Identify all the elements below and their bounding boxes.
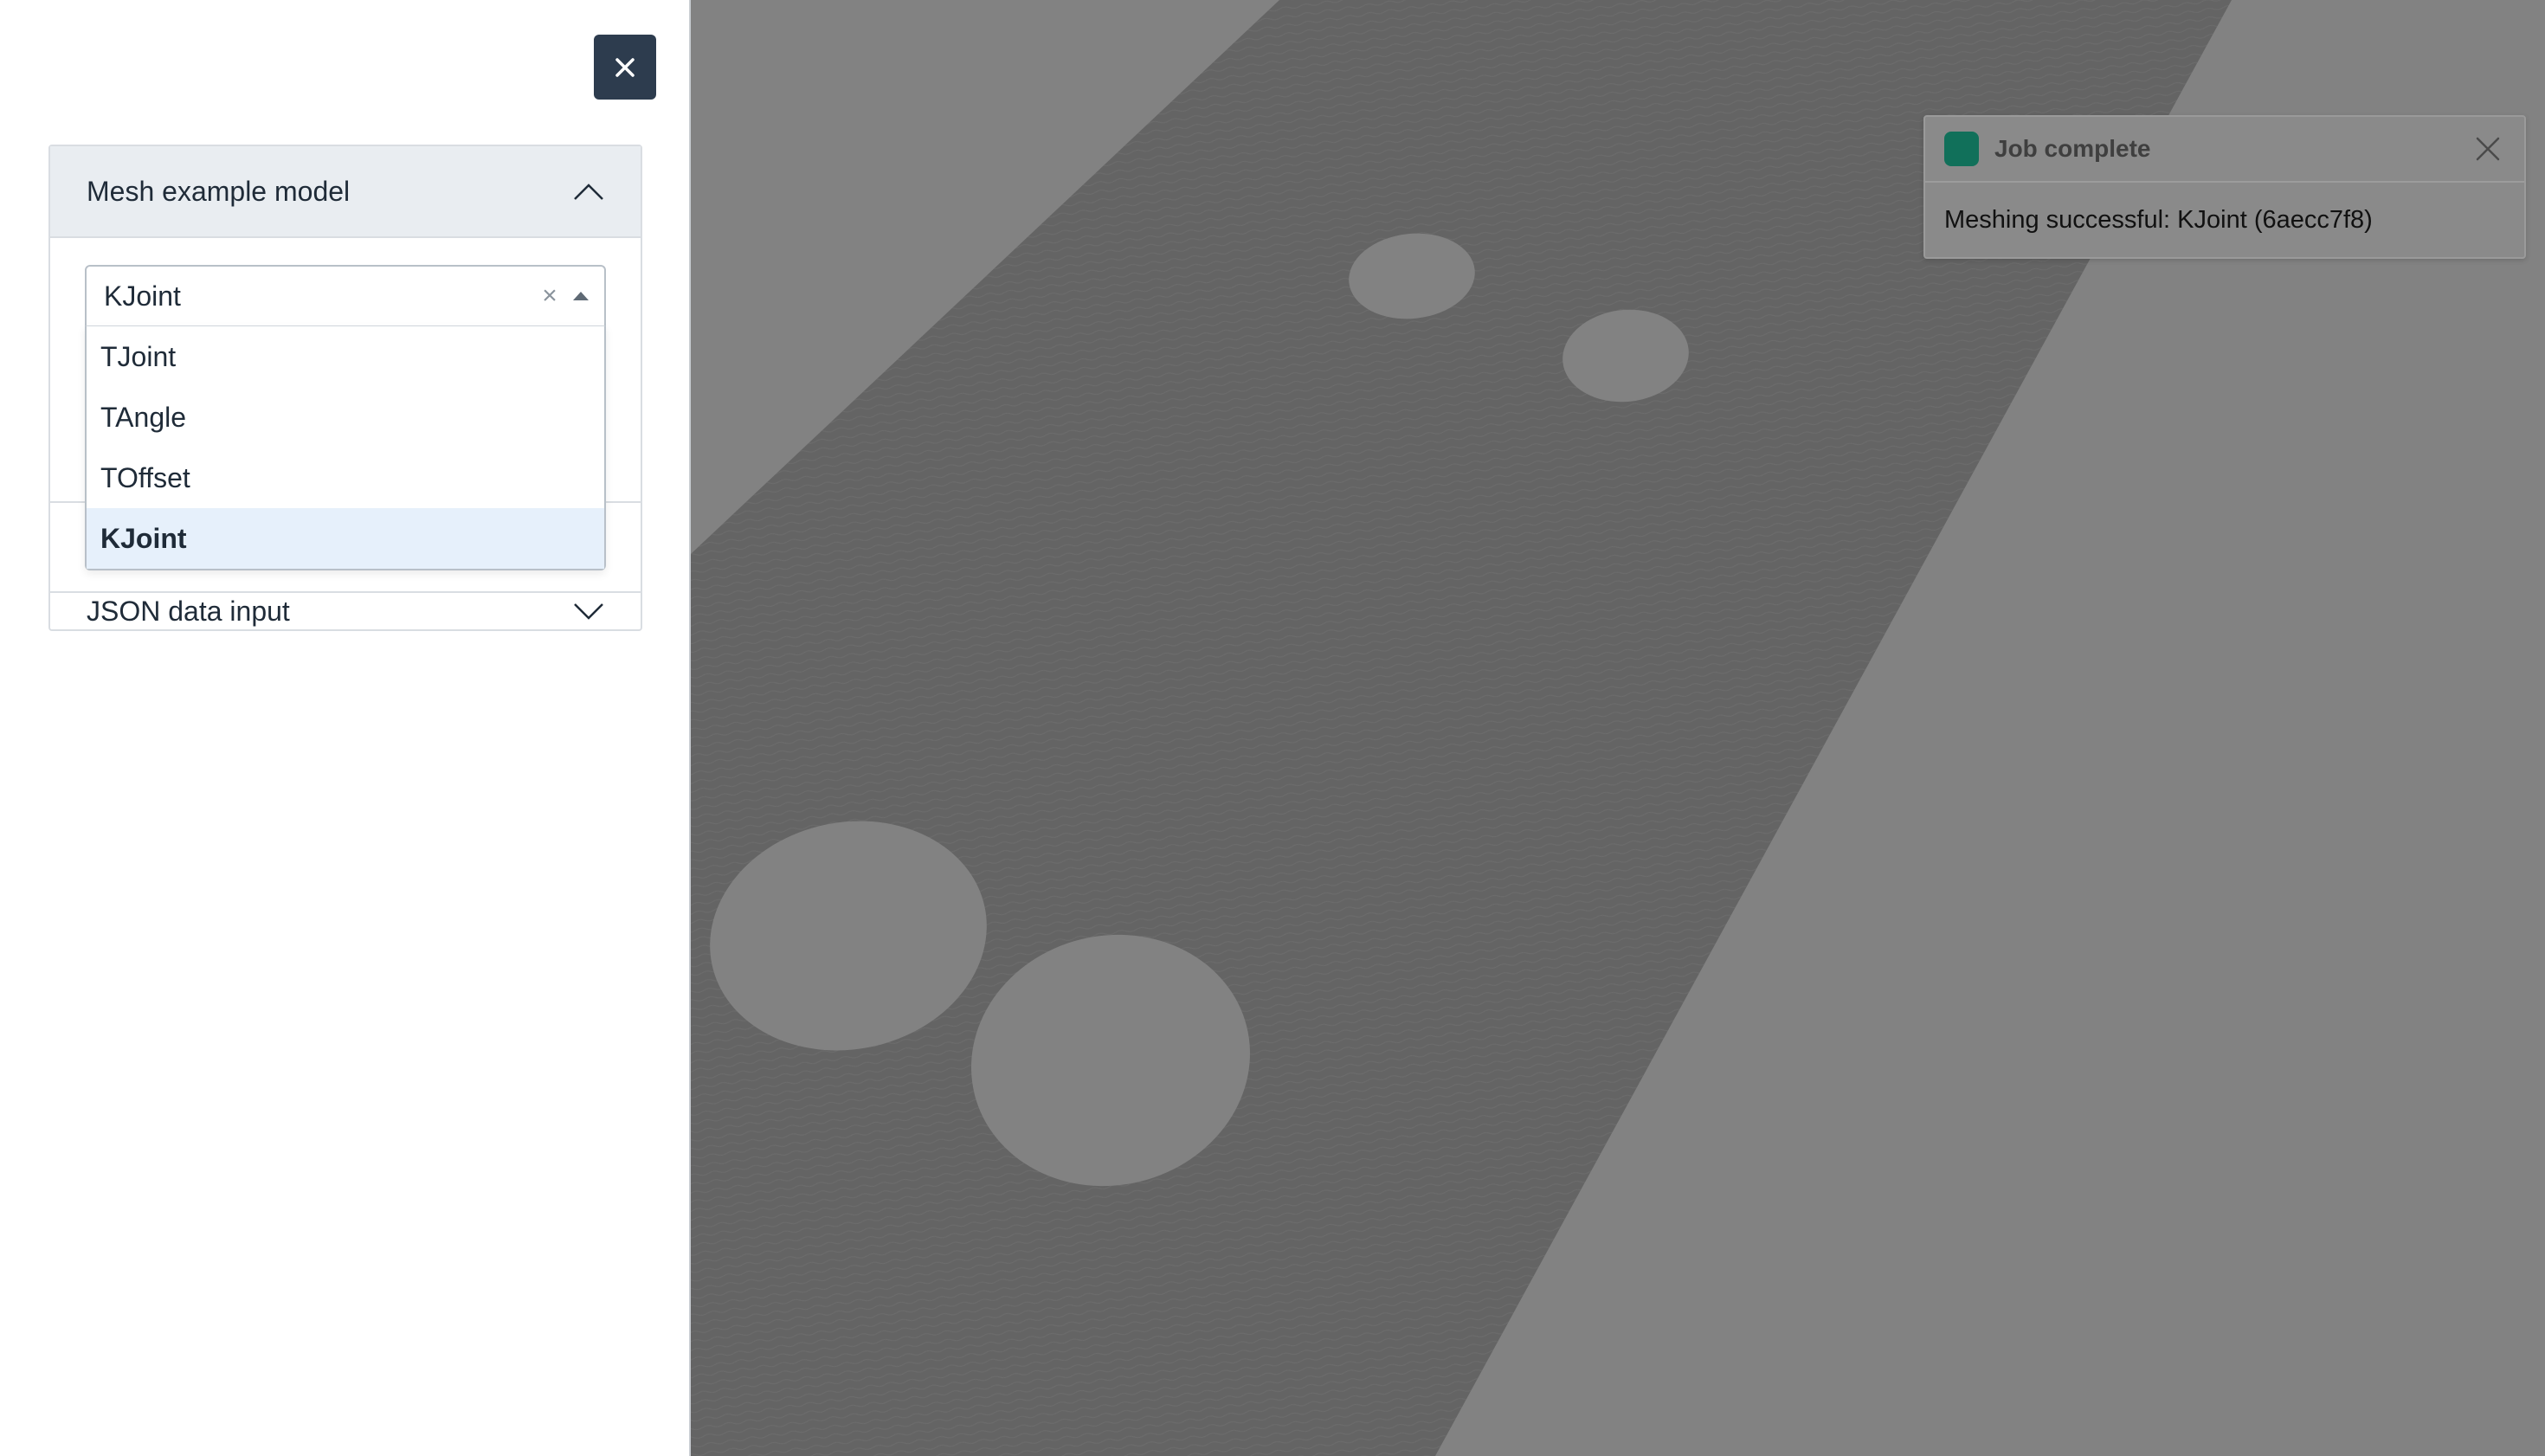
toast-close-button[interactable] [2471,132,2505,166]
option-tangle[interactable]: TAngle [87,387,604,448]
chevron-down-icon [574,603,603,620]
option-tjoint[interactable]: TJoint [87,326,604,387]
job-complete-toast: Job complete Meshing successful: KJoint … [1923,115,2526,259]
clear-icon[interactable]: × [537,281,563,310]
chevron-up-icon [574,184,603,200]
accordion-title: Mesh example model [87,175,351,207]
toast-header: Job complete [1925,117,2524,183]
app-root: Mesh example model JSON data input × TJo… [0,0,2545,1456]
option-kjoint[interactable]: KJoint [87,508,604,569]
model-select-input[interactable] [104,280,537,312]
success-status-icon [1944,132,1979,166]
close-icon [615,57,635,77]
toast-message: Meshing successful: KJoint (6aecc7f8) [1944,205,2373,234]
model-dropdown-menu: TJoint TAngle TOffset KJoint [85,325,606,570]
control-panel: Mesh example model JSON data input × TJo… [0,0,691,1456]
model-select[interactable]: × [85,265,606,327]
json-section-title: JSON data input [87,595,290,627]
accordion-header[interactable]: Mesh example model [50,146,641,238]
json-data-input-section[interactable]: JSON data input [50,591,641,631]
toast-title: Job complete [1994,135,2151,162]
close-panel-button[interactable] [594,35,656,100]
close-icon [2476,137,2500,161]
option-toffset[interactable]: TOffset [87,448,604,508]
caret-up-icon[interactable] [573,292,589,300]
